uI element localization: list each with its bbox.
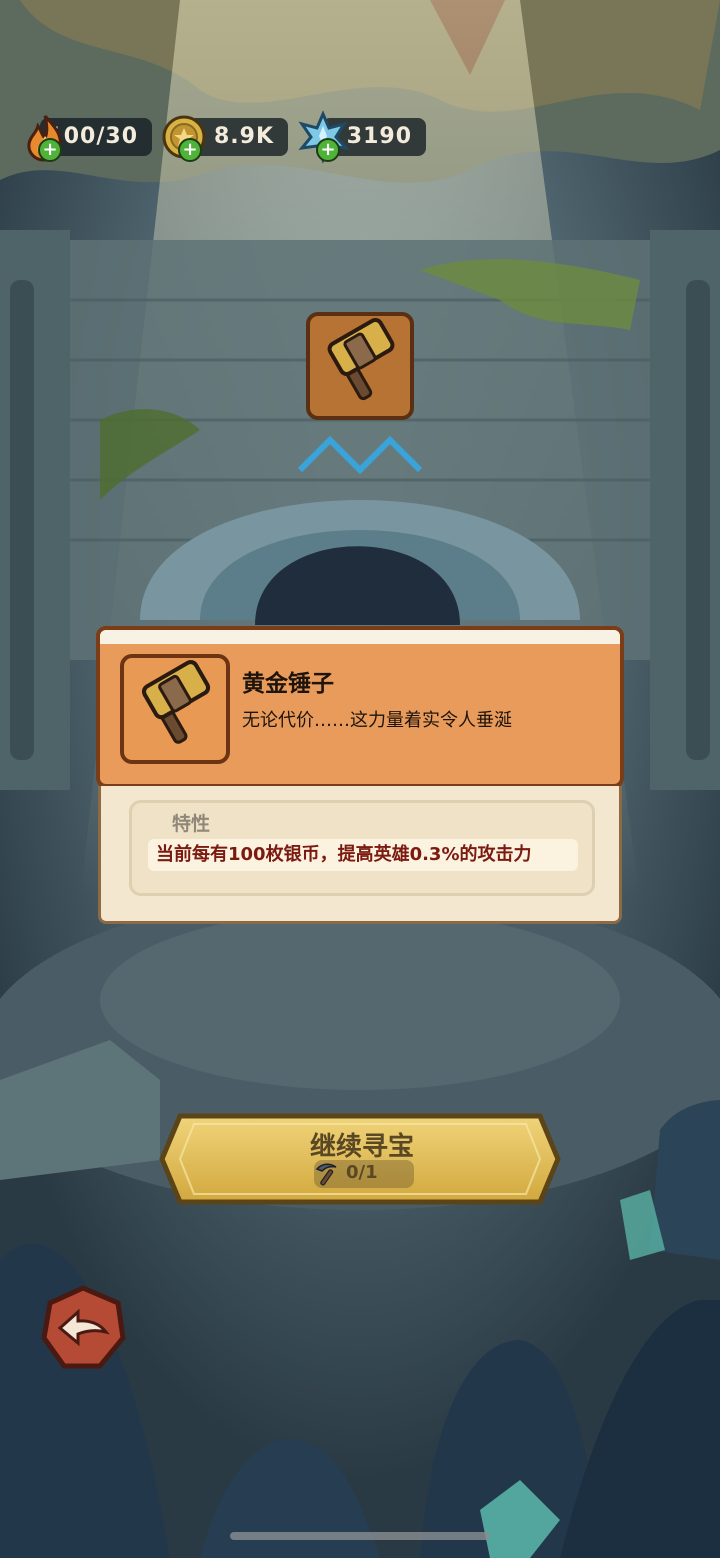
pickaxe-count: 0/1 xyxy=(346,1162,378,1183)
item-icon-frame xyxy=(120,654,230,764)
item-info-popup: 黄金锤子 无论代价……这力量着实令人垂涎 特性 当前每有100枚银币，提高英雄0… xyxy=(96,626,624,926)
treasure-item-frame xyxy=(306,312,414,420)
continue-button-label: 继续寻宝 xyxy=(309,1132,414,1162)
trait-label: 特性 xyxy=(172,813,211,835)
back-button[interactable] xyxy=(42,1286,124,1368)
crystal-value: 3190 xyxy=(346,124,412,149)
trait-text: 当前每有100枚银币，提高英雄0.3%的攻击力 xyxy=(148,839,578,871)
golden-hammer-icon xyxy=(327,317,395,401)
home-indicator xyxy=(230,1532,490,1540)
add-energy-icon[interactable]: + xyxy=(38,138,62,162)
back-arrow-icon xyxy=(57,1308,110,1347)
continue-treasure-button[interactable]: 继续寻宝 0/1 xyxy=(166,1116,558,1202)
coin-value: 8.9K xyxy=(213,124,274,149)
item-title: 黄金锤子 xyxy=(242,671,334,697)
pickaxe-icon xyxy=(315,1163,337,1186)
item-header-card: 黄金锤子 无论代价……这力量着实令人垂涎 xyxy=(96,626,624,788)
pickaxe-counter: 0/1 xyxy=(314,1160,414,1188)
item-trait-panel: 特性 当前每有100枚银币，提高英雄0.3%的攻击力 xyxy=(98,786,622,924)
add-coin-icon[interactable]: + xyxy=(178,138,202,162)
item-description: 无论代价……这力量着实令人垂涎 xyxy=(242,710,512,731)
add-crystal-icon[interactable]: + xyxy=(316,138,340,162)
golden-hammer-icon xyxy=(141,660,211,744)
trait-box: 特性 当前每有100枚银币，提高英雄0.3%的攻击力 xyxy=(129,800,595,896)
